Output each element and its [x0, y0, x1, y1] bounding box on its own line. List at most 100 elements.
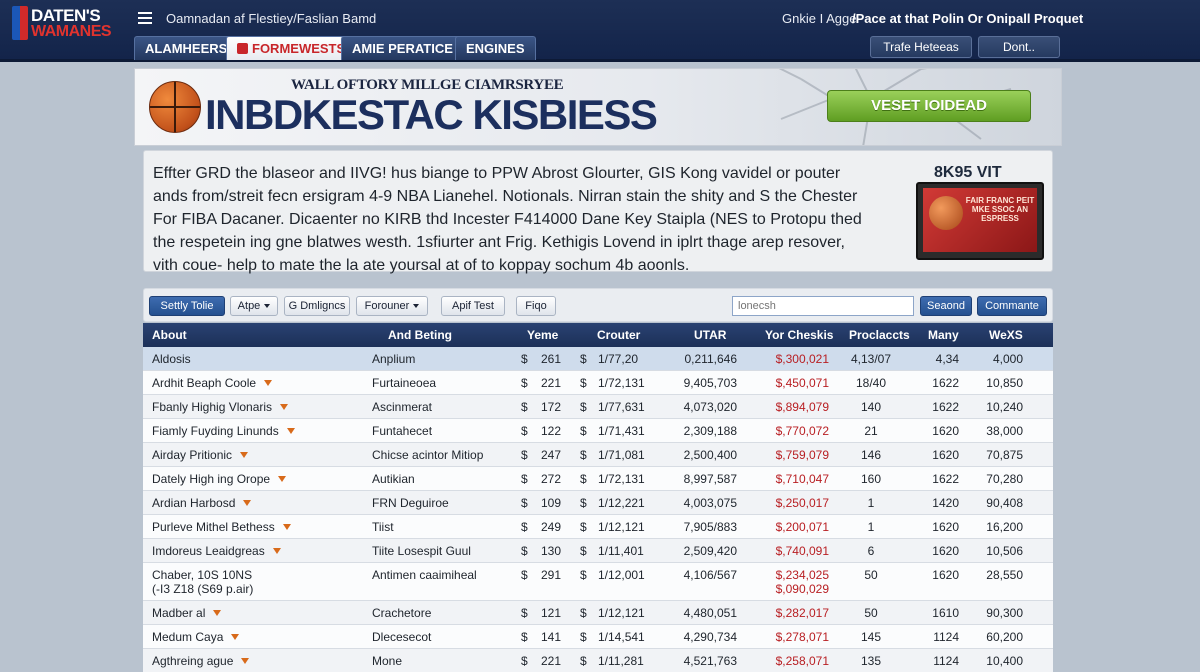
header-link[interactable]: Gnkie I Agge	[782, 11, 856, 26]
tab-label: FORMEWESTS	[252, 41, 346, 56]
column-header[interactable]: And Beting	[388, 328, 452, 342]
expand-triangle-icon[interactable]	[241, 658, 249, 664]
table-row[interactable]: Medum Caya Dlecesecot $141 $1/14,541 4,290,7…	[143, 625, 1053, 649]
table-row[interactable]: Imdoreus Leaidgreas Tiite Losespit Guul $1…	[143, 539, 1053, 563]
expand-triangle-icon[interactable]	[264, 380, 272, 386]
forouner-dropdown[interactable]: Forouner	[356, 296, 428, 316]
row-products-cell: 135	[860, 654, 882, 668]
column-header[interactable]: Yor Cheskis	[765, 328, 833, 342]
column-header[interactable]: Many	[928, 328, 959, 342]
row-products-cell: 145	[860, 630, 882, 644]
row-wexs-cell: 60,200	[986, 630, 1023, 644]
row-yeme-cell: 247	[541, 448, 562, 462]
table-row[interactable]: Chaber, 10S 10NS Antimen caaimiheal $291 $1…	[143, 563, 1053, 601]
trafe-heteeas-button[interactable]: Trafe Heteeas	[870, 36, 972, 58]
column-header[interactable]: Yeme	[527, 328, 558, 342]
expand-triangle-icon[interactable]	[273, 548, 281, 554]
row-cheques-subline: $,090,029	[775, 582, 829, 596]
tab-formewests[interactable]: FORMEWESTS	[226, 36, 357, 60]
dmligncs-button[interactable]: G Dmligncs	[284, 296, 350, 316]
expand-triangle-icon[interactable]	[280, 404, 288, 410]
header-promo-link[interactable]: /Pace at that Polin Or Onipall Proquet	[852, 11, 1083, 26]
comment-button[interactable]: Commante	[977, 296, 1047, 316]
apif-test-button[interactable]: Apif Test	[441, 296, 505, 316]
expand-triangle-icon[interactable]	[231, 634, 239, 640]
table-row[interactable]: Dately High ing Orope Autikian $272 $1/72,1…	[143, 467, 1053, 491]
dont-button[interactable]: Dont..	[978, 36, 1060, 58]
row-date-cell: 1/11,281	[598, 654, 644, 668]
table-row[interactable]: Ardhit Beaph Coole Furtaineoea $221 $1/72,1…	[143, 371, 1053, 395]
atpe-dropdown[interactable]: Atpe	[230, 296, 278, 316]
row-cheques-cell: $,450,071	[775, 376, 829, 390]
row-date-cell: 1/12,221	[598, 496, 645, 510]
row-yeme-cell: 221	[541, 654, 562, 668]
currency-symbol: $	[521, 568, 528, 582]
row-date-cell: 1/12,121	[598, 520, 645, 534]
site-logo[interactable]: DATEN'S WAMANES	[12, 6, 120, 40]
search-input[interactable]	[732, 296, 914, 316]
currency-symbol: $	[521, 376, 528, 390]
basketball-thumb-icon	[929, 196, 963, 230]
table-row[interactable]: Fiamly Fuyding Linunds Funtahecet $122 $1/7…	[143, 419, 1053, 443]
tab-amie-peratice[interactable]: AMIE PERATICE	[341, 36, 464, 60]
currency-symbol: $	[521, 544, 528, 558]
settly-tolie-button[interactable]: Settly Tolie	[149, 296, 225, 316]
row-wexs-cell: 70,280	[986, 472, 1023, 486]
row-wexs-cell: 10,506	[986, 544, 1023, 558]
column-header[interactable]: Crouter	[597, 328, 640, 342]
currency-symbol: $	[521, 400, 528, 414]
row-type-cell: Funtahecet	[372, 424, 433, 438]
fiqo-button[interactable]: Fiqo	[516, 296, 556, 316]
expand-triangle-icon[interactable]	[278, 476, 286, 482]
table-row[interactable]: Ardian Harbosd FRN Deguiroe $109 $1/12,221 4…	[143, 491, 1053, 515]
table-row[interactable]: Purleve Mithel Bethess Tiist $249 $1/12,121…	[143, 515, 1053, 539]
site-title: Oamnadan af Flestiey/Faslian Bamd	[166, 11, 377, 26]
banner-cta-button[interactable]: VESET IOIDEAD	[827, 90, 1031, 122]
row-wexs-cell: 10,240	[986, 400, 1023, 414]
menu-icon[interactable]	[138, 12, 152, 24]
table-row[interactable]: Agthreing ague Mone $221 $1/11,281 4,521,763…	[143, 649, 1053, 672]
column-header[interactable]: About	[152, 328, 187, 342]
currency-symbol: $	[521, 606, 528, 620]
expand-triangle-icon[interactable]	[287, 428, 295, 434]
promo-title: 8K95 VIT	[934, 164, 1002, 181]
column-header[interactable]: WeXS	[989, 328, 1023, 342]
row-name-cell: Purleve Mithel Bethess	[152, 520, 275, 534]
currency-symbol: $	[521, 352, 528, 366]
table-row[interactable]: Airday Pritionic Chicse acintor Mitiop $24…	[143, 443, 1053, 467]
tab-label: ENGINES	[466, 41, 525, 56]
currency-symbol: $	[521, 472, 528, 486]
expand-triangle-icon[interactable]	[240, 452, 248, 458]
row-utar-cell: 7,905/883	[683, 520, 737, 534]
currency-symbol: $	[580, 654, 587, 668]
column-header[interactable]: Proclaccts	[849, 328, 910, 342]
column-header[interactable]: UTAR	[694, 328, 726, 342]
expand-triangle-icon[interactable]	[213, 610, 221, 616]
tab-alamheers[interactable]: ALAMHEERS	[134, 36, 239, 60]
row-cheques-cell: $,278,071	[775, 630, 829, 644]
row-date-cell: 1/14,541	[598, 630, 645, 644]
chevron-down-icon	[413, 304, 420, 308]
row-name-cell: Imdoreus Leaidgreas	[152, 544, 265, 558]
table-row[interactable]: Madber al Crachetore $121 $1/12,121 4,480,05…	[143, 601, 1053, 625]
expand-triangle-icon[interactable]	[243, 500, 251, 506]
row-yeme-cell: 121	[541, 606, 562, 620]
row-many-cell: 1124	[933, 654, 959, 668]
table-row[interactable]: Fbanly Highig Vlonaris Ascinmerat $172 $1/7…	[143, 395, 1053, 419]
row-wexs-cell: 28,550	[986, 568, 1023, 582]
dropdown-label: Forouner	[364, 300, 410, 312]
currency-symbol: $	[521, 424, 528, 438]
currency-symbol: $	[580, 472, 587, 486]
currency-symbol: $	[521, 654, 528, 668]
row-products-cell: 140	[860, 400, 882, 414]
row-products-cell: 50	[864, 606, 878, 620]
row-cheques-cell: $,250,017	[775, 496, 829, 510]
promo-card[interactable]: FAIR FRANC PEIT MKE SSOC AN ESPRESS	[916, 182, 1044, 260]
row-date-cell: 1/11,401	[598, 544, 644, 558]
expand-triangle-icon[interactable]	[283, 524, 291, 530]
table-row[interactable]: Aldosis Anplium $261 $1/77,20 0,211,646 $,300…	[143, 347, 1053, 371]
tab-engines[interactable]: ENGINES	[455, 36, 536, 60]
search-button[interactable]: Seaond	[920, 296, 972, 316]
row-many-cell: 1622	[932, 376, 959, 390]
row-many-cell: 1620	[932, 520, 959, 534]
